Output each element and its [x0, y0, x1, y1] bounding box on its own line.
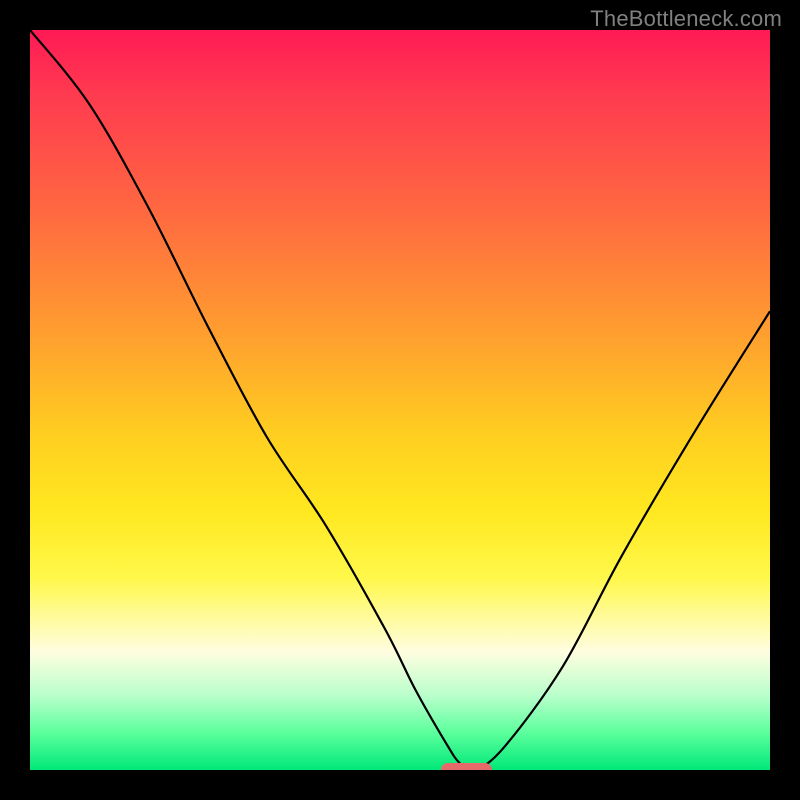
minimum-marker [441, 763, 493, 770]
watermark-text: TheBottleneck.com [590, 6, 782, 32]
plot-area [30, 30, 770, 770]
bottleneck-curve [30, 30, 770, 770]
chart-frame: TheBottleneck.com [0, 0, 800, 800]
